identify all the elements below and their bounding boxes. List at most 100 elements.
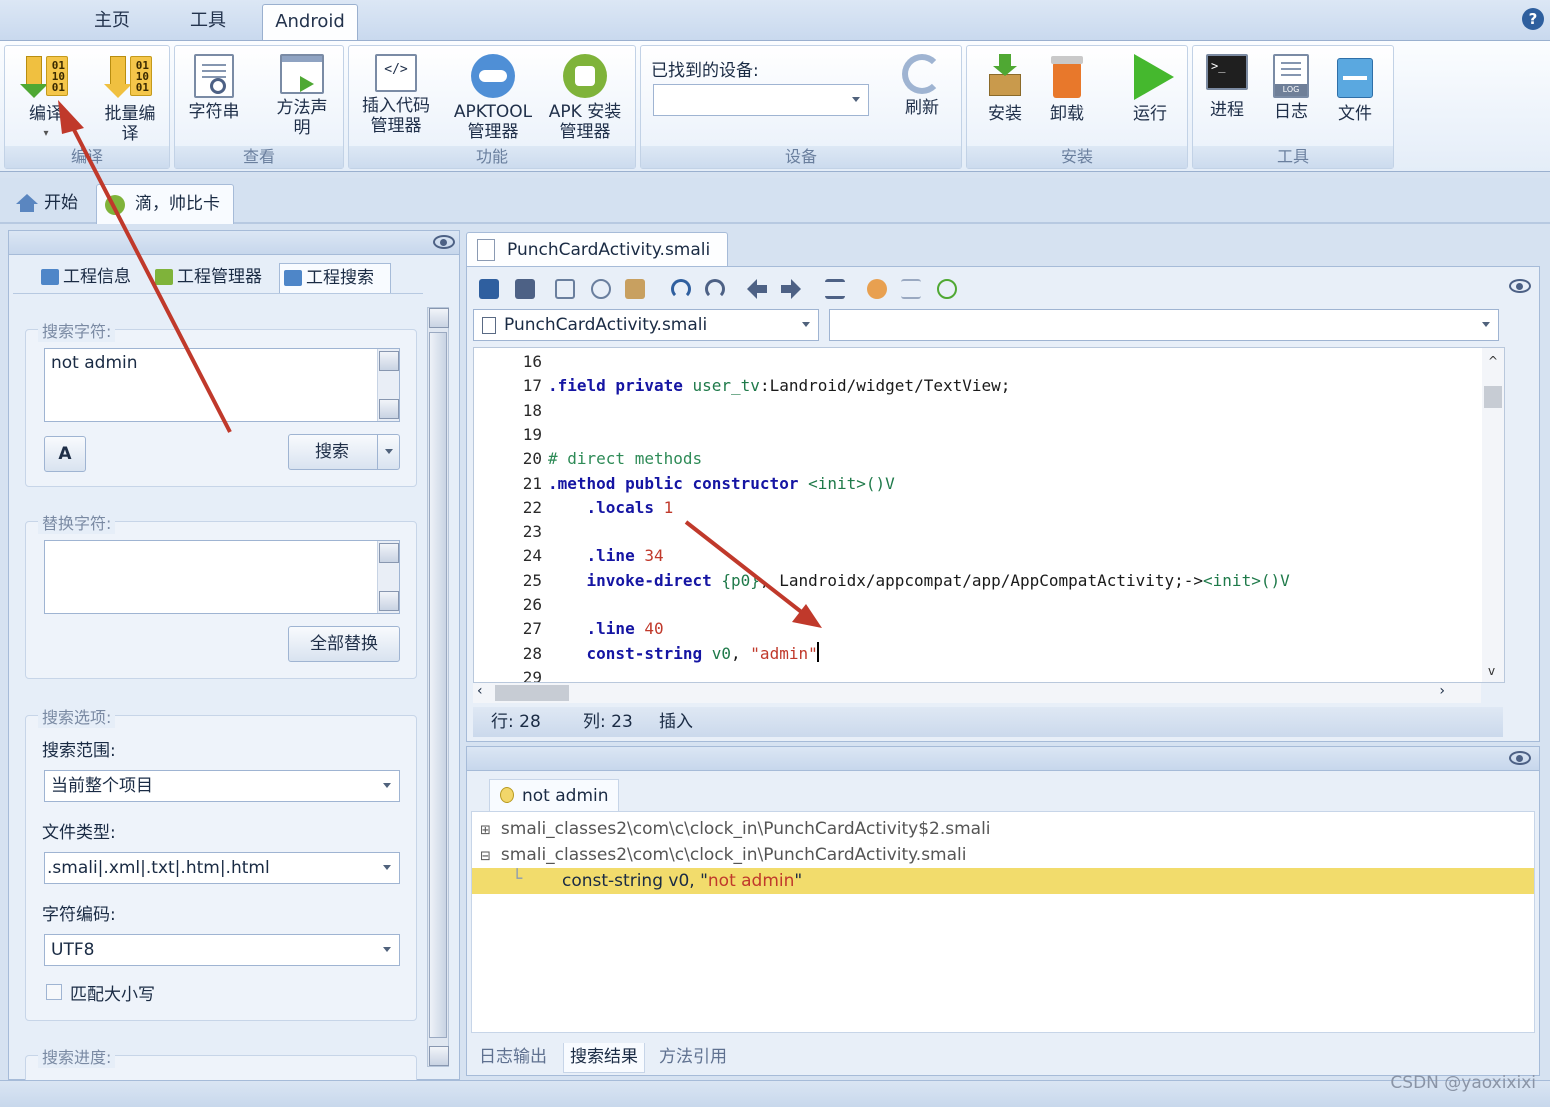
run-button[interactable]: 运行 — [1115, 54, 1185, 124]
method-declaration-button[interactable]: 方法声明 — [265, 54, 339, 138]
bug-icon[interactable] — [937, 279, 957, 299]
search-icon — [284, 270, 302, 286]
scope-select-value: 当前整个项目 — [51, 776, 153, 796]
format-icon[interactable] — [825, 279, 845, 299]
group-view: 字符串 方法声明 查看 — [174, 45, 344, 169]
match-prefix: const-string v0, " — [562, 871, 708, 891]
tab-project[interactable]: 滴，帅比卡 — [96, 184, 234, 224]
chevron-down-icon[interactable] — [377, 435, 399, 469]
paste-icon[interactable] — [625, 279, 645, 299]
match-hit: not admin — [707, 871, 795, 891]
strings-button[interactable]: 字符串 — [177, 54, 251, 122]
chevron-left-icon[interactable]: ‹ — [477, 683, 483, 699]
chevron-down-icon — [802, 322, 810, 327]
process-button[interactable]: >_ 进程 — [1195, 54, 1259, 120]
eye-icon[interactable] — [433, 235, 455, 249]
tab-home[interactable]: 主页 — [78, 4, 146, 40]
line-number: 24 — [522, 546, 542, 566]
chevron-up-icon[interactable]: ^ — [1488, 354, 1498, 368]
line-number: 23 — [522, 522, 542, 542]
install-button[interactable]: 安装 — [969, 54, 1041, 124]
scope-select[interactable]: 当前整个项目 — [44, 770, 400, 802]
log-label: 日志 — [1274, 102, 1308, 122]
search-button-label: 搜索 — [315, 442, 349, 462]
chevron-down-icon[interactable]: v — [1488, 664, 1495, 678]
result-file[interactable]: ⊞ smali_classes2\com\c\clock_in\PunchCard… — [480, 816, 991, 842]
compile-button[interactable]: 01 10 01 编译 ▾ — [9, 54, 83, 144]
tab-tools[interactable]: 工具 — [176, 4, 240, 40]
dropdown-arrow-icon[interactable]: ▾ — [9, 124, 83, 144]
redo-icon[interactable] — [705, 279, 725, 299]
group-install: 安装 卸载 运行 安装 — [966, 45, 1188, 169]
search-button[interactable]: 搜索 — [288, 434, 400, 470]
java-icon[interactable] — [867, 279, 887, 299]
replace-input[interactable] — [44, 540, 400, 614]
match-case-checkbox[interactable] — [46, 984, 62, 1000]
forward-icon[interactable] — [781, 279, 801, 299]
tab-log-output[interactable]: 日志输出 — [479, 1043, 547, 1073]
search-input[interactable]: not admin — [44, 348, 400, 422]
member-select[interactable] — [829, 309, 1499, 341]
code-area[interactable]: 16 17 .field private user_tv:Landroid/widg… — [473, 347, 1505, 683]
eye-icon[interactable] — [1509, 751, 1531, 765]
tab-start[interactable]: 开始 — [10, 184, 92, 224]
encoding-select[interactable]: UTF8 — [44, 934, 400, 966]
files-button[interactable]: 文件 — [1323, 54, 1387, 124]
result-match[interactable]: └ const-string v0, "not admin" — [472, 868, 1534, 894]
match-case-label: 匹配大小写 — [70, 985, 155, 1005]
editor-tab[interactable]: PunchCardActivity.smali — [466, 232, 728, 268]
replace-all-button[interactable]: 全部替换 — [288, 626, 400, 662]
tab-search-results[interactable]: 搜索结果 — [563, 1043, 645, 1073]
file-select[interactable]: PunchCardActivity.smali — [473, 309, 819, 341]
replace-input-scrollbar[interactable] — [377, 541, 399, 613]
scroll-up-icon[interactable] — [379, 543, 399, 563]
results-query-tab[interactable]: not admin — [489, 779, 619, 813]
device-select[interactable] — [653, 84, 869, 116]
tab-project-info[interactable]: 工程信息 — [37, 263, 147, 293]
scroll-thumb[interactable] — [429, 332, 447, 1038]
scroll-down-icon[interactable] — [429, 1046, 449, 1066]
chevron-right-icon[interactable]: › — [1439, 683, 1445, 699]
expand-icon[interactable]: ⊞ — [480, 823, 491, 838]
options-fieldset: 搜索选项: 搜索范围: 当前整个项目 文件类型: .smali|.xml|.tx… — [25, 704, 417, 1021]
apk-install-manager-button[interactable]: APK 安装管理器 — [543, 54, 627, 142]
scroll-up-icon[interactable] — [429, 308, 449, 328]
save-icon[interactable] — [515, 279, 535, 299]
result-file[interactable]: ⊟ smali_classes2\com\c\clock_in\PunchCard… — [480, 842, 966, 868]
cut-icon[interactable] — [591, 279, 611, 299]
code-vscrollbar[interactable]: ^ v — [1482, 348, 1504, 682]
tab-android[interactable]: Android — [262, 4, 358, 40]
eye-icon[interactable] — [1509, 279, 1531, 293]
hscroll-thumb[interactable] — [495, 685, 569, 701]
line-number: 16 — [522, 352, 542, 371]
scroll-thumb[interactable] — [1484, 386, 1502, 408]
insert-code-manager-button[interactable]: </> 插入代码管理器 — [359, 54, 433, 136]
match-suffix: " — [794, 871, 803, 891]
uninstall-button[interactable]: 卸载 — [1033, 54, 1101, 124]
back-icon[interactable] — [747, 279, 767, 299]
strings-icon — [194, 54, 234, 98]
tab-project-manager[interactable]: 工程管理器 — [151, 263, 275, 293]
tab-project-search[interactable]: 工程搜索 — [279, 263, 391, 293]
copy-icon[interactable] — [555, 279, 575, 299]
refresh-button[interactable]: 刷新 — [885, 54, 959, 118]
log-button[interactable]: LOG 日志 — [1259, 54, 1323, 122]
code-hscrollbar[interactable]: ‹ › — [473, 683, 1481, 703]
help-icon[interactable]: ? — [1522, 8, 1544, 30]
filetype-select[interactable]: .smali|.xml|.txt|.htm|.html — [44, 852, 400, 884]
file-select-value: PunchCardActivity.smali — [504, 315, 708, 335]
scroll-up-icon[interactable] — [379, 351, 399, 371]
align-icon[interactable] — [901, 279, 921, 299]
tab-method-references[interactable]: 方法引用 — [659, 1043, 727, 1073]
font-button[interactable]: A — [44, 436, 86, 472]
collapse-icon[interactable]: ⊟ — [480, 849, 491, 864]
batch-compile-button[interactable]: 01 10 01 批量编译 — [93, 54, 167, 144]
left-panel-scrollbar[interactable] — [427, 307, 449, 1067]
info-icon — [41, 269, 59, 285]
scroll-down-icon[interactable] — [379, 591, 399, 611]
search-input-scrollbar[interactable] — [377, 349, 399, 421]
lock-icon[interactable] — [479, 279, 499, 299]
undo-icon[interactable] — [671, 279, 691, 299]
scroll-down-icon[interactable] — [379, 399, 399, 419]
apktool-manager-button[interactable]: APKTOOL管理器 — [449, 54, 537, 142]
